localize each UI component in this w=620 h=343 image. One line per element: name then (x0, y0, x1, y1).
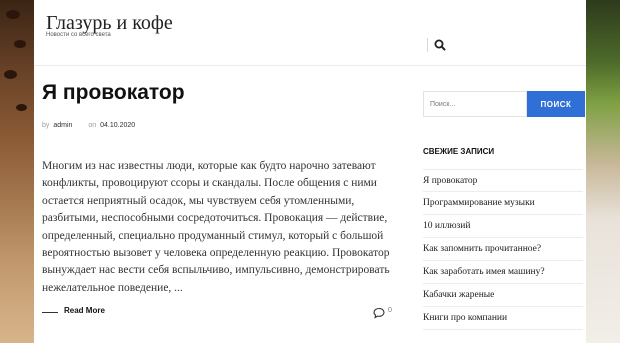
recent-post-link[interactable]: Программирование музыки (423, 192, 583, 215)
recent-post-link[interactable]: Как заработать имея машину? (423, 261, 583, 284)
recent-post-link[interactable]: Как запомнить прочитанное? (423, 238, 583, 261)
recent-post-link[interactable]: 10 иллюзий (423, 215, 583, 238)
post-excerpt: Многим из нас известны люди, которые как… (42, 160, 390, 294)
search-button[interactable]: ПОИСК (527, 91, 585, 117)
recent-posts-list: Я провокатор Программирование музыки 10 … (423, 169, 583, 330)
post-footer: Read More 0 (42, 305, 394, 319)
search-icon[interactable] (432, 38, 448, 52)
sidebar-search: ПОИСК (423, 91, 585, 117)
site-header: Глазурь и кофе Новости со всего света (34, 0, 586, 66)
header-divider (427, 38, 428, 52)
on-label: on (88, 122, 97, 129)
recent-post-link[interactable]: Я провокатор (423, 169, 583, 192)
background-coffee-beans-left (0, 0, 34, 343)
post-meta: by admin on 04.10.2020 (42, 122, 394, 134)
page-container: Глазурь и кофе Новости со всего света Я … (34, 0, 586, 343)
site-description: Новости со всего света (46, 32, 111, 38)
comments-count[interactable]: 0 (388, 307, 392, 314)
comment-icon[interactable] (373, 306, 385, 319)
post-author-link[interactable]: admin (53, 122, 72, 129)
sidebar: ПОИСК СВЕЖИЕ ЗАПИСИ Я провокатор Програм… (423, 91, 585, 330)
read-more-link[interactable]: Read More (64, 306, 105, 315)
post-article: Я провокатор by admin on 04.10.2020 Мног… (42, 80, 394, 297)
search-input[interactable] (423, 91, 527, 117)
post-date[interactable]: 04.10.2020 (100, 122, 135, 129)
recent-post-link[interactable]: Книги про компании (423, 307, 583, 330)
by-label: by (42, 122, 50, 129)
recent-posts-title: СВЕЖИЕ ЗАПИСИ (423, 147, 495, 156)
background-coffee-cup-right (586, 0, 620, 343)
recent-post-link[interactable]: Кабачки жареные (423, 284, 583, 307)
read-more-line (42, 312, 58, 313)
post-title[interactable]: Я провокатор (42, 80, 394, 106)
